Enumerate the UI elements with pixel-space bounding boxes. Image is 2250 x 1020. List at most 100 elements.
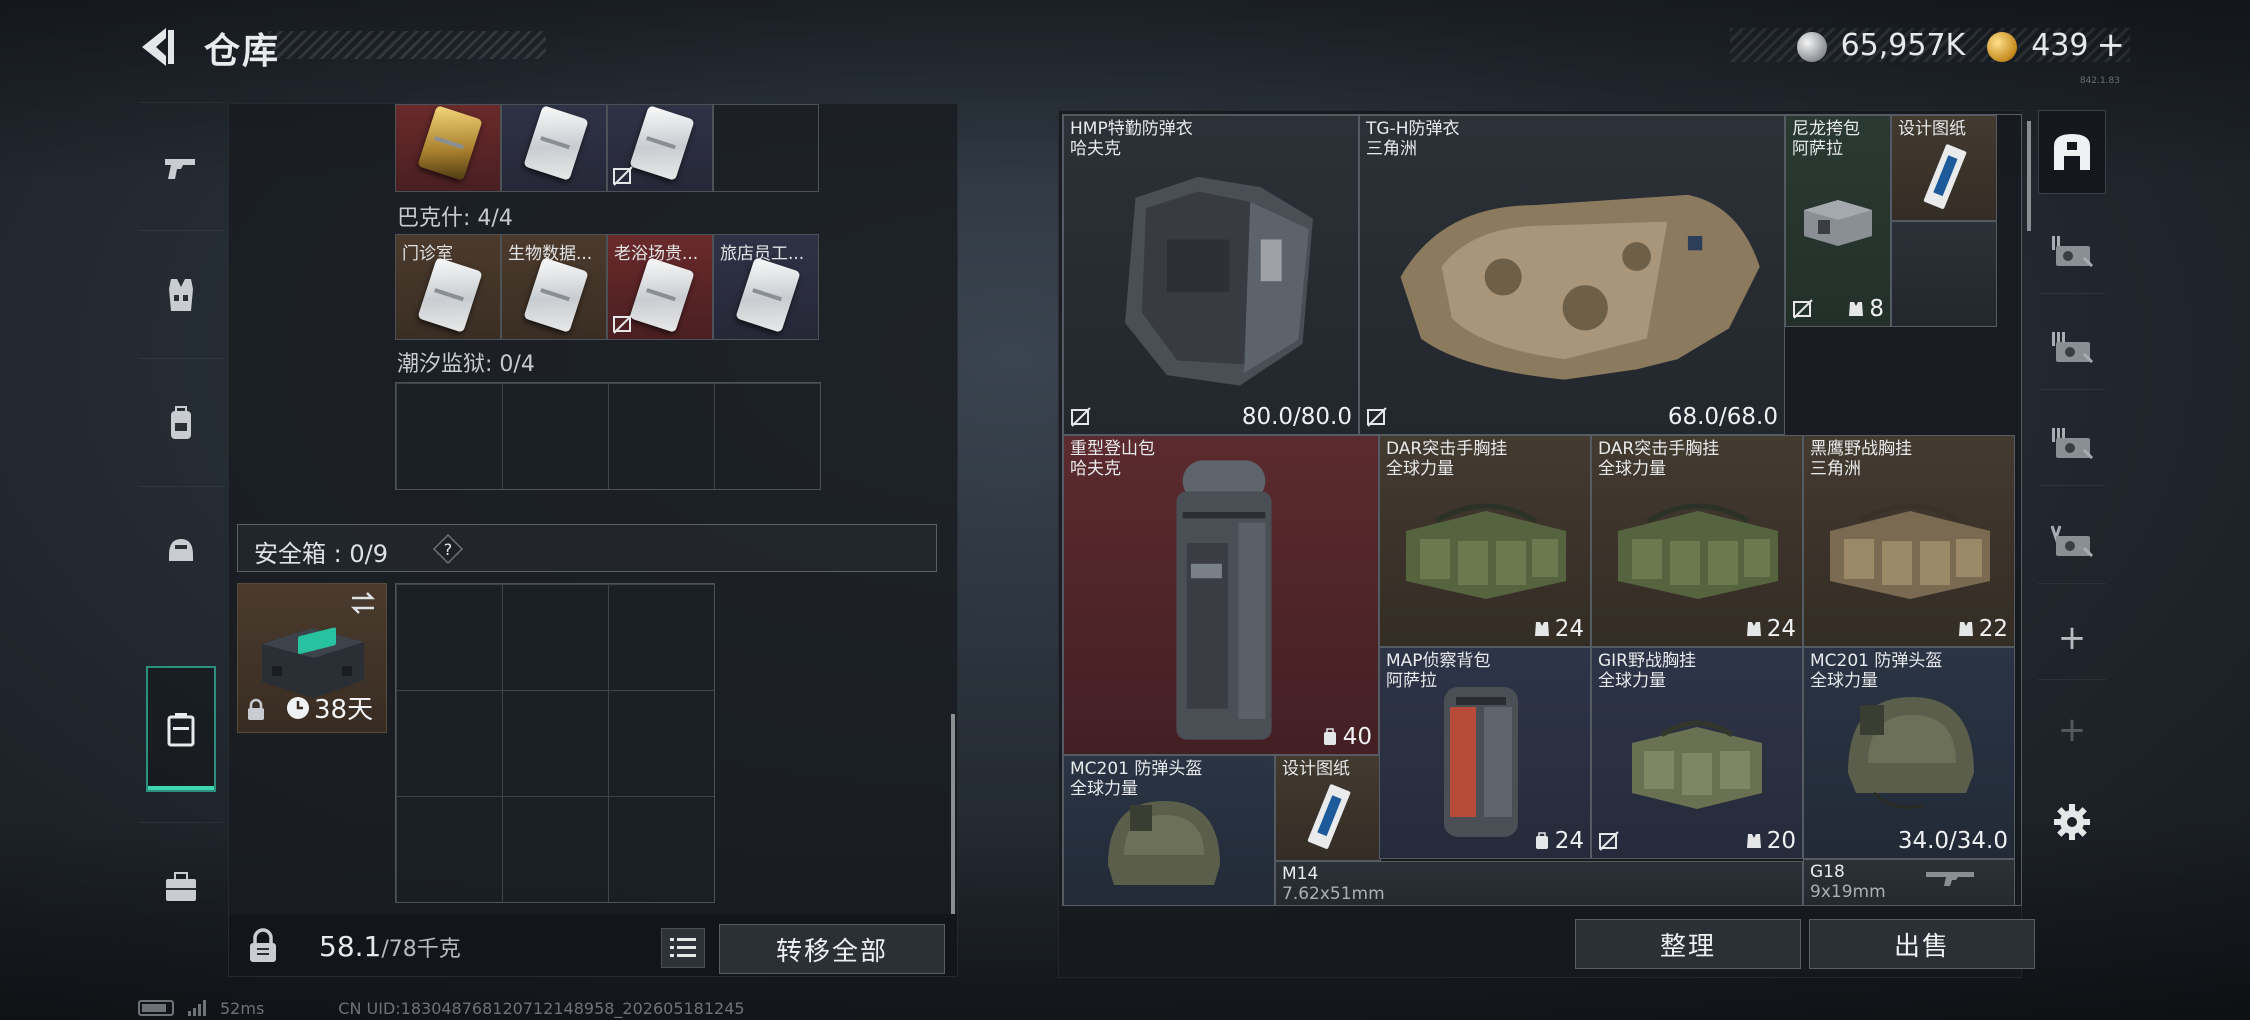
transfer-all-button[interactable]: 转移全部 xyxy=(719,924,945,974)
stash-item[interactable]: 设计图纸 xyxy=(1891,115,1997,221)
stash-item[interactable]: MC201 防弹头盔 全球力量 xyxy=(1063,755,1275,905)
stash-tab-icon xyxy=(2052,235,2094,267)
item-name: MC201 防弹头盔 xyxy=(1070,759,1203,779)
backpack-capacity-icon xyxy=(1535,832,1548,849)
capacity-value: 8 xyxy=(1869,296,1884,322)
backpack-capacity-icon xyxy=(1323,728,1336,745)
weight-display: 58.1/78千克 xyxy=(319,930,461,963)
keycard-slot-empty[interactable] xyxy=(713,104,819,192)
stash-item[interactable]: 设计图纸 xyxy=(1275,755,1381,861)
item-brand: 全球力量 xyxy=(1070,779,1138,799)
stash-item[interactable]: MAP侦察背包 阿萨拉 24 xyxy=(1379,647,1591,859)
safe-case-item[interactable]: 38天 xyxy=(237,583,387,733)
stash-item[interactable]: 重型登山包 哈夫克 40 xyxy=(1063,435,1379,755)
item-name: G18 xyxy=(1810,862,1845,882)
back-arrow-icon[interactable] xyxy=(136,24,182,70)
nav-armor[interactable] xyxy=(138,230,224,358)
stash-item[interactable]: M14 7.62x51mm xyxy=(1275,861,1803,905)
stash-item[interactable]: DAR突击手胸挂 全球力量 24 xyxy=(1591,435,1803,647)
list-view-button[interactable] xyxy=(661,928,705,968)
chest-rig-icon xyxy=(1830,503,1990,599)
stash-panel: HMP特勤防弹衣 哈夫克 80.0/80.0 TG-H防弹衣 三角洲 68.0/… xyxy=(1058,110,2035,978)
stash-item[interactable]: G18 9x19mm xyxy=(1803,859,2015,905)
settings-button[interactable] xyxy=(2038,780,2106,864)
stash-item[interactable]: GIR野战胸挂 全球力量 20 xyxy=(1591,647,1803,859)
nav-weapons[interactable] xyxy=(138,102,224,230)
no-sell-icon xyxy=(1599,831,1619,851)
no-sell-icon xyxy=(1367,407,1387,427)
helmet-icon xyxy=(169,538,193,561)
chest-rig-icon xyxy=(1632,720,1762,809)
stash-item[interactable]: 尼龙挎包 阿萨拉 8 xyxy=(1785,115,1891,327)
vest-capacity-icon xyxy=(1746,622,1761,636)
currency-gold: 439 xyxy=(2031,27,2089,63)
keycard-slot[interactable] xyxy=(395,104,501,192)
keycard-label: 生物数据... xyxy=(508,244,593,264)
nav-helmet[interactable] xyxy=(138,486,224,614)
svg-text:?: ? xyxy=(444,540,453,559)
item-name: DAR突击手胸挂 xyxy=(1386,439,1508,459)
stash-item[interactable]: DAR突击手胸挂 全球力量 24 xyxy=(1379,435,1591,647)
backpack-icon xyxy=(1444,687,1518,837)
swap-icon[interactable] xyxy=(348,590,378,616)
item-name: 设计图纸 xyxy=(1898,119,1966,139)
help-icon[interactable]: ? xyxy=(432,533,464,565)
keycard-icon xyxy=(523,257,589,333)
keycard-slot[interactable] xyxy=(501,104,607,192)
stash-tab-5[interactable] xyxy=(2038,500,2106,584)
safe-box-grid[interactable] xyxy=(395,583,715,903)
tide-prison-slots[interactable] xyxy=(395,382,821,490)
item-name: 重型登山包 xyxy=(1070,439,1155,459)
stash-tab-home[interactable] xyxy=(2038,110,2106,194)
organize-button[interactable]: 整理 xyxy=(1575,919,1801,969)
keycard-slot[interactable]: 旅店员工... xyxy=(713,234,819,340)
armor-vest-icon xyxy=(1125,176,1313,386)
stash-item[interactable]: HMP特勤防弹衣 哈夫克 80.0/80.0 xyxy=(1063,115,1359,435)
nav-briefcase[interactable] xyxy=(138,822,224,950)
gear-icon xyxy=(2054,804,2090,840)
item-name: GIR野战胸挂 xyxy=(1598,651,1696,671)
keycard-slot[interactable]: 老浴场贵... xyxy=(607,234,713,340)
stash-item[interactable]: MC201 防弹头盔 全球力量 34.0/34.0 xyxy=(1803,647,2015,859)
pistol-icon xyxy=(1926,872,1974,886)
item-brand: 阿萨拉 xyxy=(1386,671,1437,691)
keycard-label: 旅店员工... xyxy=(720,244,805,264)
item-capacity: 40 xyxy=(1321,724,1372,750)
silver-coin-icon xyxy=(1796,32,1827,62)
add-stash-tab-button[interactable]: + xyxy=(2038,596,2106,680)
item-ammo: 9x19mm xyxy=(1810,882,1886,902)
sell-button[interactable]: 出售 xyxy=(1809,919,2035,969)
item-capacity: 24 xyxy=(1745,616,1796,642)
add-currency-button[interactable]: + xyxy=(2097,25,2126,65)
chest-rig-icon xyxy=(1406,503,1566,599)
nav-backpack[interactable] xyxy=(138,358,224,486)
stash-slot-empty[interactable] xyxy=(1891,221,1997,327)
keycard-slot[interactable] xyxy=(607,104,713,192)
keycard-icon xyxy=(629,105,695,181)
stash-tab-3[interactable] xyxy=(2038,402,2106,486)
battery-icon xyxy=(138,1000,174,1016)
item-name: M14 xyxy=(1282,864,1319,884)
item-brand: 三角洲 xyxy=(1366,139,1417,159)
item-brand: 全球力量 xyxy=(1598,459,1666,479)
keycard-slot[interactable]: 生物数据... xyxy=(501,234,607,340)
item-name: 黑鹰野战胸挂 xyxy=(1810,439,1912,459)
item-name: HMP特勤防弹衣 xyxy=(1070,119,1193,139)
lock-icon[interactable] xyxy=(247,928,279,964)
item-brand: 全球力量 xyxy=(1810,671,1878,691)
stash-item[interactable]: TG-H防弹衣 三角洲 68.0/68.0 xyxy=(1359,115,1785,435)
stash-item[interactable]: 黑鹰野战胸挂 三角洲 22 xyxy=(1803,435,2015,647)
ping-text: 52ms xyxy=(220,998,265,1018)
keycard-slot[interactable]: 门诊室 xyxy=(395,234,501,340)
capacity-value: 20 xyxy=(1766,828,1796,854)
stash-tab-2[interactable] xyxy=(2038,306,2106,390)
item-name: DAR突击手胸挂 xyxy=(1598,439,1720,459)
stash-home-icon xyxy=(2054,134,2090,170)
nav-safe-box[interactable] xyxy=(146,666,216,792)
stash-tab-1[interactable] xyxy=(2038,210,2106,294)
item-capacity: 22 xyxy=(1957,616,2008,642)
item-name: MC201 防弹头盔 xyxy=(1810,651,1943,671)
scrollbar[interactable] xyxy=(951,714,955,914)
keycard-row-2: 门诊室 生物数据... 老浴场贵... 旅店员工... xyxy=(395,234,819,340)
blueprint-icon xyxy=(1307,784,1351,849)
